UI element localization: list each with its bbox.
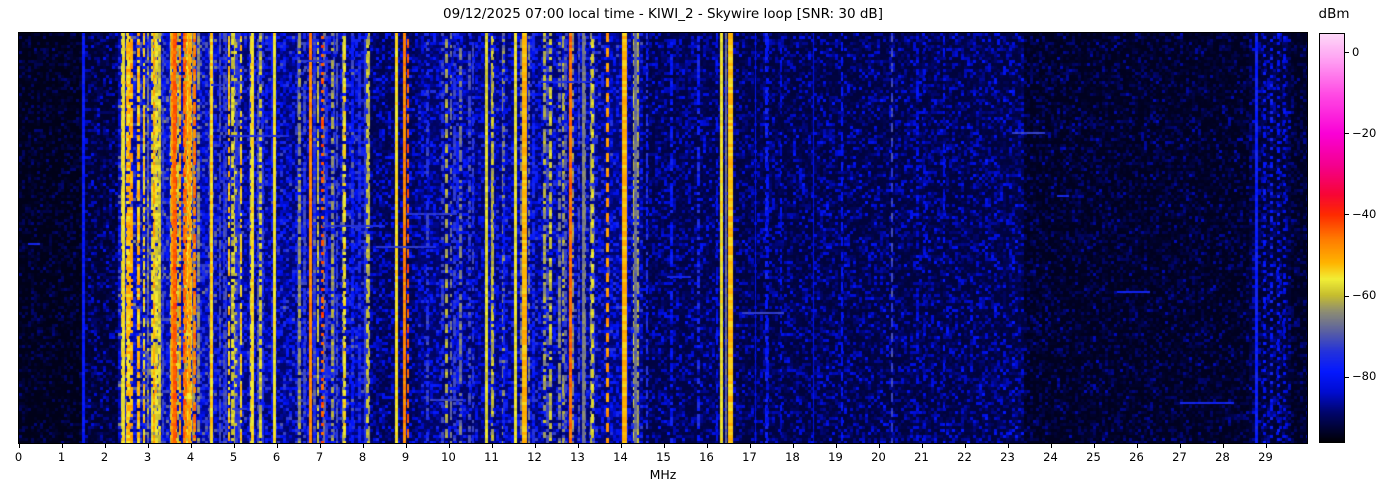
x-tick-mark [319, 444, 321, 448]
spectrogram-figure: 09/12/2025 07:00 local time - KIWI_2 - S… [0, 0, 1400, 500]
x-tick-mark [18, 444, 20, 448]
x-tick-label: 29 [1258, 450, 1273, 464]
x-tick-mark [706, 444, 708, 448]
x-tick-label: 18 [785, 450, 800, 464]
x-tick-label: 20 [871, 450, 886, 464]
x-tick-label: 16 [699, 450, 714, 464]
x-tick-mark [878, 444, 880, 448]
x-tick-label: 4 [186, 450, 195, 464]
x-tick-mark [835, 444, 837, 448]
x-tick-label: 14 [613, 450, 628, 464]
x-tick-label: 22 [957, 450, 972, 464]
colorbar-canvas [1320, 34, 1344, 442]
x-tick-label: 27 [1172, 450, 1187, 464]
x-tick-label: 25 [1086, 450, 1101, 464]
x-tick-mark [448, 444, 450, 448]
colorbar-tick-mark [1345, 214, 1349, 216]
spectrogram-canvas [19, 33, 1307, 443]
x-tick-mark [1222, 444, 1224, 448]
x-tick-label: 7 [315, 450, 324, 464]
x-tick-mark [663, 444, 665, 448]
x-tick-label: 9 [401, 450, 410, 464]
colorbar-tick-mark [1345, 133, 1349, 135]
x-axis-label: MHz [649, 467, 677, 482]
x-tick-label: 5 [229, 450, 238, 464]
x-tick-mark [1093, 444, 1095, 448]
colorbar-tick-label: −80 [1352, 369, 1377, 384]
colorbar-tick-label: −20 [1352, 125, 1377, 140]
x-tick-mark [276, 444, 278, 448]
x-tick-mark [1179, 444, 1181, 448]
x-tick-mark [577, 444, 579, 448]
x-tick-label: 6 [272, 450, 281, 464]
x-tick-mark [190, 444, 192, 448]
x-tick-mark [1007, 444, 1009, 448]
colorbar-tick-label: −40 [1352, 206, 1377, 221]
x-tick-label: 15 [656, 450, 671, 464]
x-tick-mark [1050, 444, 1052, 448]
x-tick-label: 23 [1000, 450, 1015, 464]
colorbar-label: dBm [1318, 6, 1350, 22]
x-tick-mark [362, 444, 364, 448]
figure-title: 09/12/2025 07:00 local time - KIWI_2 - S… [443, 6, 883, 22]
x-tick-label: 21 [914, 450, 929, 464]
x-tick-label: 28 [1215, 450, 1230, 464]
x-tick-label: 12 [527, 450, 542, 464]
x-tick-label: 8 [358, 450, 367, 464]
x-tick-mark [104, 444, 106, 448]
x-tick-mark [61, 444, 63, 448]
x-tick-mark [491, 444, 493, 448]
x-tick-mark [964, 444, 966, 448]
x-tick-mark [749, 444, 751, 448]
colorbar-tick-label: −60 [1352, 288, 1377, 303]
colorbar [1319, 33, 1345, 443]
colorbar-tick-mark [1345, 52, 1349, 54]
x-tick-label: 24 [1043, 450, 1058, 464]
x-tick-mark [147, 444, 149, 448]
x-tick-mark [921, 444, 923, 448]
x-tick-label: 26 [1129, 450, 1144, 464]
colorbar-tick-mark [1345, 295, 1349, 297]
x-tick-mark [1136, 444, 1138, 448]
x-tick-label: 2 [100, 450, 109, 464]
x-tick-label: 10 [441, 450, 456, 464]
x-tick-mark [534, 444, 536, 448]
x-tick-mark [1265, 444, 1267, 448]
x-tick-label: 11 [484, 450, 499, 464]
spectrogram-plot-area [18, 32, 1308, 444]
x-tick-label: 1 [57, 450, 66, 464]
x-tick-label: 0 [14, 450, 23, 464]
x-tick-mark [620, 444, 622, 448]
x-tick-label: 3 [143, 450, 152, 464]
x-tick-label: 17 [742, 450, 757, 464]
x-tick-label: 19 [828, 450, 843, 464]
colorbar-tick-mark [1345, 376, 1349, 378]
x-tick-label: 13 [570, 450, 585, 464]
x-tick-mark [792, 444, 794, 448]
x-tick-mark [233, 444, 235, 448]
x-tick-mark [405, 444, 407, 448]
colorbar-tick-label: 0 [1352, 44, 1360, 59]
